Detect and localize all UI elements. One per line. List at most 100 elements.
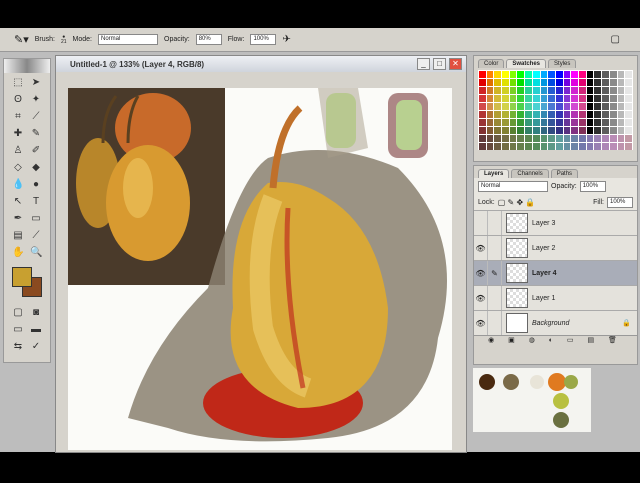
- swatch[interactable]: [625, 143, 632, 150]
- swatch[interactable]: [571, 127, 579, 134]
- swatch[interactable]: [540, 103, 548, 110]
- swatch[interactable]: [548, 71, 555, 78]
- tab-swatches[interactable]: Swatches: [506, 59, 547, 68]
- brush-icon[interactable]: ✎: [30, 128, 42, 140]
- swatch[interactable]: [532, 143, 540, 150]
- layer-row[interactable]: 👁 Background 🔒: [474, 310, 637, 335]
- shape-icon[interactable]: ▭: [30, 213, 42, 225]
- layer-row[interactable]: Layer 3: [474, 210, 637, 235]
- swatch[interactable]: [517, 95, 525, 102]
- layer-opacity-input[interactable]: 100%: [579, 181, 606, 192]
- swatch[interactable]: [540, 135, 548, 142]
- swatch[interactable]: [486, 143, 494, 150]
- tab-color[interactable]: Color: [478, 59, 505, 68]
- swatch[interactable]: [594, 71, 602, 78]
- swatch[interactable]: [479, 127, 486, 134]
- swatch[interactable]: [609, 127, 617, 134]
- swatch[interactable]: [494, 95, 502, 102]
- swatch[interactable]: [517, 135, 525, 142]
- blur-icon[interactable]: 💧: [12, 179, 24, 191]
- swatch[interactable]: [594, 103, 602, 110]
- swatch[interactable]: [502, 71, 509, 78]
- swatch[interactable]: [502, 79, 509, 86]
- swatch[interactable]: [548, 79, 555, 86]
- mode-select[interactable]: Normal: [98, 34, 159, 45]
- swatch[interactable]: [586, 143, 594, 150]
- swatch[interactable]: [486, 111, 494, 118]
- link-brush-icon[interactable]: ✎: [488, 261, 502, 285]
- quickmask-icon[interactable]: ◙: [30, 307, 42, 319]
- swatch[interactable]: [502, 103, 509, 110]
- swatch[interactable]: [532, 79, 540, 86]
- swatch[interactable]: [625, 103, 632, 110]
- link-brush-icon[interactable]: [488, 311, 502, 335]
- swatch[interactable]: [563, 135, 571, 142]
- swatch[interactable]: [548, 87, 555, 94]
- magic-wand-icon[interactable]: ✦: [30, 94, 42, 106]
- swatch[interactable]: [494, 119, 502, 126]
- layer-row[interactable]: 👁 Layer 1: [474, 285, 637, 310]
- swatch[interactable]: [525, 71, 532, 78]
- swatch[interactable]: [602, 79, 609, 86]
- swatch[interactable]: [479, 143, 486, 150]
- swatch[interactable]: [617, 119, 625, 126]
- visibility-eye-icon[interactable]: 👁: [474, 286, 488, 310]
- swatch[interactable]: [532, 135, 540, 142]
- swatch[interactable]: [486, 127, 494, 134]
- swatch[interactable]: [525, 111, 532, 118]
- swatch[interactable]: [602, 119, 609, 126]
- maximize-button[interactable]: □: [433, 58, 446, 70]
- brush-preset-picker[interactable]: ● 21: [61, 34, 67, 45]
- swatch[interactable]: [479, 71, 486, 78]
- swatch[interactable]: [532, 87, 540, 94]
- swatch[interactable]: [548, 143, 555, 150]
- swatch[interactable]: [525, 143, 532, 150]
- fill-input[interactable]: 100%: [607, 197, 633, 208]
- swatch[interactable]: [525, 95, 532, 102]
- tab-paths[interactable]: Paths: [550, 169, 579, 178]
- swatch[interactable]: [540, 143, 548, 150]
- swatch[interactable]: [517, 119, 525, 126]
- swatch[interactable]: [579, 71, 586, 78]
- standard-mode-icon[interactable]: ▢: [12, 307, 24, 319]
- swatch[interactable]: [579, 127, 586, 134]
- swatch[interactable]: [502, 119, 509, 126]
- stamp-icon[interactable]: ♙: [12, 145, 24, 157]
- swatch[interactable]: [555, 135, 563, 142]
- swatch[interactable]: [548, 135, 555, 142]
- swatch[interactable]: [602, 111, 609, 118]
- swatch[interactable]: [617, 79, 625, 86]
- layers-panel-footer-icons[interactable]: ◉ ▣ ◍ ◐ ▭ ▤ 🗑: [474, 335, 637, 347]
- screen-mode-icon[interactable]: ▭: [12, 324, 24, 336]
- minimize-button[interactable]: _: [417, 58, 430, 70]
- swatch[interactable]: [594, 127, 602, 134]
- link-brush-icon[interactable]: [488, 236, 502, 260]
- swatch[interactable]: [579, 135, 586, 142]
- swatch[interactable]: [502, 127, 509, 134]
- swatch[interactable]: [594, 87, 602, 94]
- swatch[interactable]: [509, 143, 517, 150]
- canvas[interactable]: [68, 88, 452, 450]
- visibility-eye-icon[interactable]: 👁: [474, 261, 488, 285]
- color-mixer-area[interactable]: [473, 368, 591, 432]
- swatch[interactable]: [540, 87, 548, 94]
- swatch[interactable]: [625, 79, 632, 86]
- swatch[interactable]: [517, 79, 525, 86]
- swatch[interactable]: [579, 87, 586, 94]
- eraser-icon[interactable]: ◇: [12, 162, 24, 174]
- swatch[interactable]: [555, 71, 563, 78]
- check-icon[interactable]: ✓: [30, 341, 42, 353]
- swatch[interactable]: [479, 95, 486, 102]
- swatch[interactable]: [555, 103, 563, 110]
- swatch[interactable]: [509, 127, 517, 134]
- swatch[interactable]: [479, 79, 486, 86]
- fullscreen-icon[interactable]: ▬: [30, 324, 42, 336]
- swatch[interactable]: [602, 127, 609, 134]
- swatch[interactable]: [594, 135, 602, 142]
- swatch[interactable]: [586, 95, 594, 102]
- swatch[interactable]: [494, 79, 502, 86]
- swatch[interactable]: [571, 119, 579, 126]
- swatch[interactable]: [586, 127, 594, 134]
- swatch[interactable]: [540, 79, 548, 86]
- swatch[interactable]: [609, 135, 617, 142]
